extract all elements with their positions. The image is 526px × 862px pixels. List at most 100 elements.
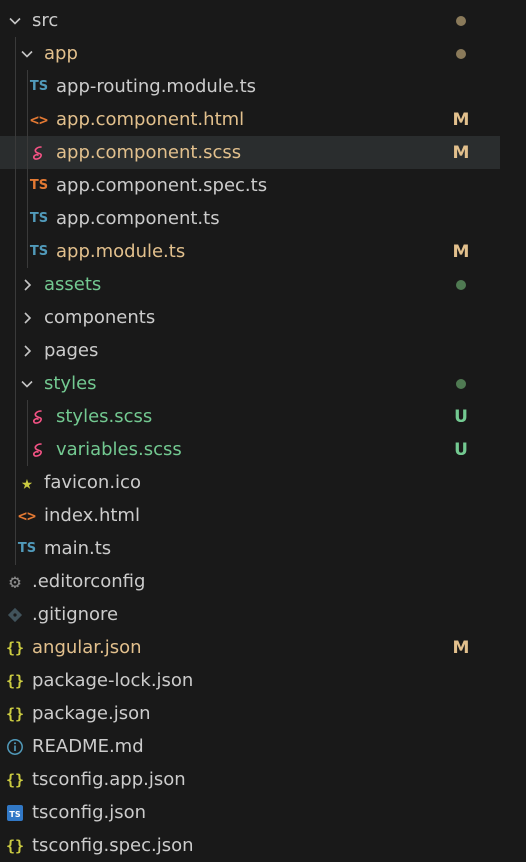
folder-row-components[interactable]: components — [0, 301, 500, 334]
tree-item-label: styles.scss — [56, 406, 153, 427]
json-icon: {} — [5, 671, 25, 690]
file-row-angular.json[interactable]: {} angular.json M — [0, 631, 500, 664]
indent-guide — [15, 499, 16, 532]
file-row-README.md[interactable]: README.md — [0, 730, 500, 763]
tree-item-label: favicon.ico — [44, 472, 141, 493]
tree-item-label: tsconfig.json — [32, 802, 147, 823]
indent-guide — [27, 136, 28, 169]
typescript-icon: TS — [29, 211, 49, 226]
indent-guide — [27, 169, 28, 202]
folder-row-assets[interactable]: assets — [0, 268, 500, 301]
indent-guide — [15, 400, 16, 433]
file-row-variables.scss[interactable]: variables.scss U — [0, 433, 500, 466]
html-icon: <> — [29, 110, 49, 129]
tree-item-label: pages — [44, 340, 99, 361]
chevron-right-icon[interactable] — [18, 342, 36, 360]
indent-guide — [15, 136, 16, 169]
tree-item-label: src — [32, 10, 59, 31]
indent-guide — [27, 433, 28, 466]
sass-icon — [28, 440, 50, 460]
tree-item-label: .editorconfig — [32, 571, 146, 592]
indent-guide — [15, 466, 16, 499]
indent-guide — [15, 235, 16, 268]
tree-item-label: package-lock.json — [32, 670, 194, 691]
indent-guide — [15, 301, 16, 334]
indent-guide — [27, 202, 28, 235]
folder-row-styles[interactable]: styles — [0, 367, 500, 400]
tree-item-label: variables.scss — [56, 439, 182, 460]
indent-guide — [15, 367, 16, 400]
gear-icon: ⚙ — [9, 570, 21, 593]
tree-item-label: tsconfig.app.json — [32, 769, 186, 790]
file-row-styles.scss[interactable]: styles.scss U — [0, 400, 500, 433]
typescript-icon: TS — [17, 541, 37, 556]
file-explorer-tree: src app TS app-routing.module.ts <> app.compo… — [0, 4, 500, 862]
file-row-.gitignore[interactable]: .gitignore — [0, 598, 500, 631]
file-row-tsconfig.spec.json[interactable]: {} tsconfig.spec.json — [0, 829, 500, 862]
file-row-tsconfig.app.json[interactable]: {} tsconfig.app.json — [0, 763, 500, 796]
git-status-dot — [446, 11, 476, 31]
indent-guide — [27, 235, 28, 268]
indent-guide — [27, 400, 28, 433]
chevron-right-icon[interactable] — [18, 276, 36, 294]
file-row-main.ts[interactable]: TS main.ts — [0, 532, 500, 565]
chevron-down-icon[interactable] — [6, 12, 24, 30]
tree-item-label: README.md — [32, 736, 144, 757]
chevron-down-icon[interactable] — [18, 45, 36, 63]
info-icon — [4, 737, 26, 757]
html-icon: <> — [17, 506, 37, 525]
folder-row-pages[interactable]: pages — [0, 334, 500, 367]
file-row-app.component.scss[interactable]: app.component.scss M — [0, 136, 500, 169]
chevron-down-icon[interactable] — [18, 375, 36, 393]
indent-guide — [15, 433, 16, 466]
typescript-icon: TS — [29, 79, 49, 94]
file-row-app.component.spec.ts[interactable]: TS app.component.spec.ts — [0, 169, 500, 202]
file-row-.editorconfig[interactable]: ⚙ .editorconfig — [0, 565, 500, 598]
tree-item-label: styles — [44, 373, 97, 394]
file-row-package.json[interactable]: {} package.json — [0, 697, 500, 730]
git-status-badge: M — [452, 109, 470, 130]
file-row-package-lock.json[interactable]: {} package-lock.json — [0, 664, 500, 697]
git-icon — [4, 605, 26, 625]
indent-guide — [27, 70, 28, 103]
tsconfig-icon: TS — [4, 803, 26, 823]
tree-item-label: main.ts — [44, 538, 112, 559]
file-row-index.html[interactable]: <> index.html — [0, 499, 500, 532]
indent-guide — [15, 334, 16, 367]
file-row-favicon.ico[interactable]: ★ favicon.ico — [0, 466, 500, 499]
folder-row-app[interactable]: app — [0, 37, 500, 70]
folder-row-src[interactable]: src — [0, 4, 500, 37]
indent-guide — [15, 70, 16, 103]
sass-icon — [28, 143, 50, 163]
chevron-right-icon[interactable] — [18, 309, 36, 327]
file-row-app-routing.module.ts[interactable]: TS app-routing.module.ts — [0, 70, 500, 103]
tree-item-label: app.component.scss — [56, 142, 242, 163]
indent-guide — [15, 37, 16, 70]
indent-guide — [15, 103, 16, 136]
git-status-badge: U — [454, 406, 468, 427]
indent-guide — [15, 169, 16, 202]
tree-item-label: app.component.ts — [56, 208, 220, 229]
json-icon: {} — [5, 704, 25, 723]
file-row-app.module.ts[interactable]: TS app.module.ts M — [0, 235, 500, 268]
indent-guide — [15, 532, 16, 565]
tree-item-label: tsconfig.spec.json — [32, 835, 194, 856]
git-status-badge: M — [452, 241, 470, 262]
file-row-app.component.html[interactable]: <> app.component.html M — [0, 103, 500, 136]
file-row-app.component.ts[interactable]: TS app.component.ts — [0, 202, 500, 235]
tree-item-label: app — [44, 43, 78, 64]
tree-item-label: package.json — [32, 703, 151, 724]
git-status-dot — [446, 44, 476, 64]
json-icon: {} — [5, 638, 25, 657]
tree-item-label: app.module.ts — [56, 241, 186, 262]
tree-item-label: components — [44, 307, 156, 328]
typescript-icon: TS — [29, 244, 49, 259]
tree-item-label: .gitignore — [32, 604, 119, 625]
json-icon: {} — [5, 770, 25, 789]
file-row-tsconfig.json[interactable]: TS tsconfig.json — [0, 796, 500, 829]
tree-item-label: assets — [44, 274, 102, 295]
star-icon: ★ — [21, 471, 33, 494]
tree-item-label: app.component.html — [56, 109, 245, 130]
sass-icon — [28, 407, 50, 427]
tree-item-label: app.component.spec.ts — [56, 175, 268, 196]
